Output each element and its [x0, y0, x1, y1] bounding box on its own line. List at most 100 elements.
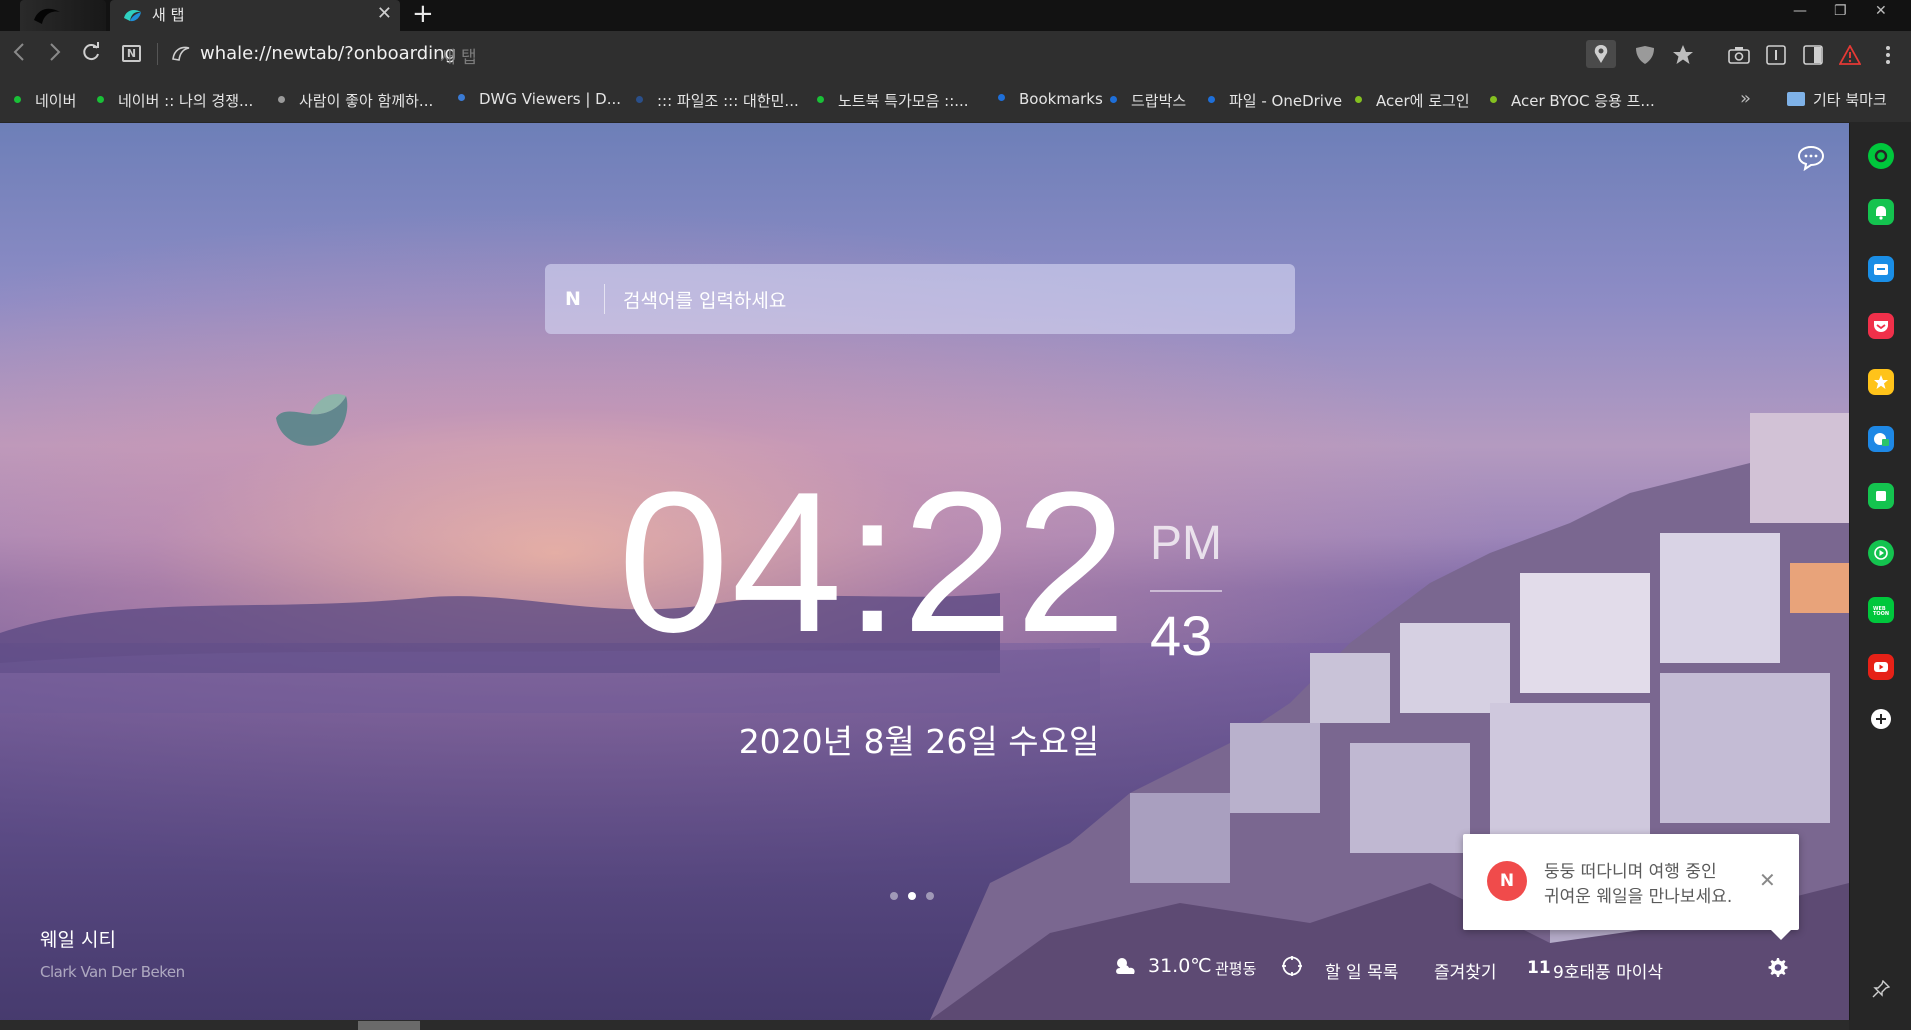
settings-gear-icon[interactable]: [1765, 955, 1789, 983]
bookmark-favicon-icon: [458, 94, 465, 101]
bookmark-favicon-icon: [278, 96, 285, 103]
bookmark-favicon-icon: [97, 96, 104, 103]
pocket-app-icon[interactable]: [1868, 313, 1894, 339]
favorites-star-app-icon[interactable]: [1868, 369, 1894, 395]
tab-new-tab[interactable]: 새 탭 ✕: [110, 0, 400, 31]
todo-list-button[interactable]: 할 일 목록: [1325, 958, 1398, 983]
back-icon[interactable]: [10, 41, 30, 63]
webtoon-app-icon[interactable]: WEB TOON: [1868, 597, 1894, 623]
background-title[interactable]: 웨일 시티: [40, 925, 116, 952]
search-placeholder: 검색어를 입력하세요: [623, 290, 787, 312]
slide-dot-active[interactable]: [908, 892, 916, 900]
background-author[interactable]: Clark Van Der Beken: [40, 963, 185, 981]
bookmark-item[interactable]: 사람이 좋아 함께하...: [278, 90, 433, 111]
bookmark-item[interactable]: 드랍박스: [1110, 90, 1186, 111]
naver-home-icon[interactable]: N: [122, 45, 141, 62]
split-view-icon[interactable]: [1801, 43, 1825, 67]
tab-bar: 새 탭 ✕ + — ❐ ✕: [0, 0, 1911, 31]
bookmark-favicon-icon: [14, 96, 21, 103]
clock-seconds: 43: [1150, 604, 1213, 667]
memo-app-icon[interactable]: [1868, 483, 1894, 509]
whale-sidebar: WEB TOON: [1849, 123, 1911, 1020]
bookmarks-bar: 네이버 네이버 :: 나의 경쟁... 사람이 좋아 함께하... DWG Vi…: [0, 76, 1911, 123]
restore-icon[interactable]: ❐: [1834, 3, 1847, 19]
bookmark-star-icon[interactable]: [1671, 43, 1695, 67]
bookmark-item[interactable]: 노트북 특가모음 ::...: [817, 90, 969, 111]
folder-icon: [1787, 91, 1805, 106]
scrollbar-thumb[interactable]: [358, 1021, 420, 1030]
bookmark-item[interactable]: Bookmarks: [998, 90, 1103, 108]
clock-time: 04:22: [618, 451, 1129, 674]
minimize-icon[interactable]: —: [1793, 3, 1807, 19]
bookmark-item[interactable]: 네이버: [14, 90, 76, 111]
bookmark-item[interactable]: ::: 파일조 ::: 대한민...: [636, 90, 799, 111]
bookmark-favicon-icon: [1490, 96, 1497, 103]
news-headline[interactable]: 9호태풍 마이삭: [1553, 958, 1663, 983]
address-page-title: 새 탭: [440, 48, 477, 68]
bookmark-item[interactable]: 네이버 :: 나의 경쟁...: [97, 90, 253, 111]
new-tab-button[interactable]: +: [412, 0, 434, 29]
bookmark-favicon-icon: [1208, 96, 1215, 103]
bookmark-favicon-icon: [1355, 96, 1362, 103]
whale-tip-popup: N 둥둥 떠다니며 여행 중인 귀여운 웨일을 만나보세요. ✕: [1463, 834, 1799, 940]
bookmark-favicon-icon: [817, 96, 824, 103]
bookmark-favicon-icon: [998, 94, 1005, 101]
slide-dot[interactable]: [926, 892, 934, 900]
address-input[interactable]: whale://newtab/?onboarding: [200, 43, 456, 64]
naver-badge-icon: N: [1487, 861, 1527, 901]
add-app-icon[interactable]: [1871, 709, 1891, 729]
news-rank: 11: [1527, 958, 1551, 978]
youtube-app-icon[interactable]: [1868, 654, 1894, 680]
weather-location[interactable]: 관평동: [1215, 958, 1256, 979]
translate-app-icon[interactable]: [1868, 426, 1894, 452]
pin-icon[interactable]: [1868, 976, 1894, 1002]
clock-divider: [1150, 590, 1222, 592]
tip-line-1: 둥둥 떠다니며 여행 중인: [1544, 862, 1717, 882]
green-dot-app-icon[interactable]: [1868, 143, 1894, 169]
tab-title: 새 탭: [152, 6, 185, 24]
notification-bell-icon[interactable]: [1868, 199, 1894, 225]
shield-icon[interactable]: [1633, 43, 1657, 67]
bookmark-item[interactable]: Acer에 로그인: [1355, 90, 1470, 111]
forward-icon[interactable]: [44, 41, 64, 63]
weather-icon[interactable]: [1113, 956, 1139, 981]
tab-close-icon[interactable]: ✕: [377, 3, 392, 24]
bookmark-item[interactable]: Acer BYOC 응용 프...: [1490, 90, 1655, 111]
date-text: 2020년 8월 26일 수요일: [738, 722, 1100, 761]
weather-temperature[interactable]: 31.0℃: [1148, 955, 1212, 977]
floating-whale-icon[interactable]: [270, 378, 360, 462]
bookmark-item[interactable]: 파일 - OneDrive: [1208, 90, 1342, 111]
favorites-button[interactable]: 즐겨찾기: [1434, 958, 1497, 983]
bookmark-item[interactable]: DWG Viewers | D...: [458, 90, 621, 108]
previous-tab[interactable]: [20, 0, 106, 31]
reader-mode-icon[interactable]: [1764, 43, 1788, 67]
menu-icon[interactable]: [1876, 43, 1900, 67]
bookmark-favicon-icon: [1110, 96, 1117, 103]
slide-indicator: [890, 892, 934, 900]
tip-line-2: 귀여운 웨일을 만나보세요.: [1544, 887, 1733, 907]
bookmark-favicon-icon: [636, 96, 643, 103]
warning-icon[interactable]: [1838, 43, 1862, 67]
other-bookmarks-folder[interactable]: 기타 북마크: [1787, 89, 1887, 110]
new-tab-page: N 검색어를 입력하세요 04:22 PM 43 2020년 8월 26일 수요…: [0, 123, 1849, 1020]
close-window-icon[interactable]: ✕: [1875, 3, 1887, 19]
search-box[interactable]: N 검색어를 입력하세요: [545, 264, 1295, 334]
slide-dot[interactable]: [890, 892, 898, 900]
search-divider: [604, 284, 605, 314]
svg-text:TOON: TOON: [1873, 611, 1889, 617]
address-divider: [157, 43, 158, 65]
todo-icon[interactable]: [1281, 955, 1303, 982]
bookmarks-overflow-icon[interactable]: »: [1740, 88, 1751, 109]
calendar-app-icon[interactable]: [1868, 256, 1894, 282]
location-icon[interactable]: [1586, 40, 1616, 68]
address-bar: N whale://newtab/?onboarding 새 탭: [0, 31, 1911, 76]
whale-dark-icon: [34, 8, 60, 24]
tip-close-icon[interactable]: ✕: [1759, 868, 1776, 892]
music-player-icon[interactable]: [1868, 540, 1894, 566]
clock-ampm: PM: [1150, 517, 1222, 570]
chat-icon[interactable]: [1797, 145, 1825, 175]
horizontal-scrollbar[interactable]: [0, 1020, 1849, 1030]
capture-icon[interactable]: [1727, 43, 1751, 67]
whale-page-icon[interactable]: [171, 44, 191, 66]
reload-icon[interactable]: [80, 41, 102, 63]
